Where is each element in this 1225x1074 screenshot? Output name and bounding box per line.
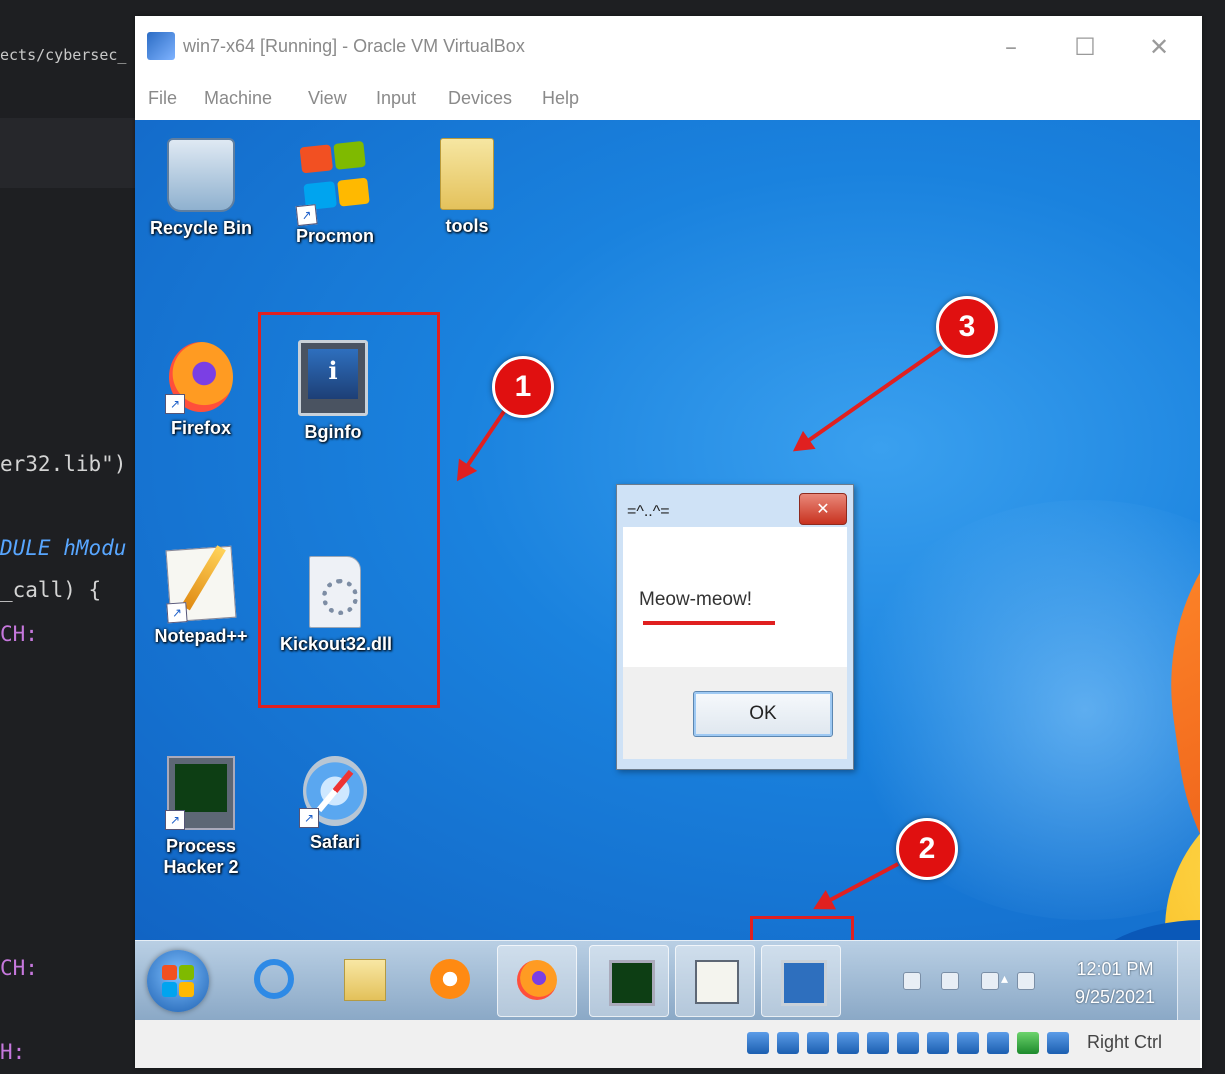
internet-explorer-icon: [254, 959, 294, 999]
desktop-icon-notepad-plus-plus[interactable]: ↗ Notepad++: [146, 545, 256, 647]
start-button[interactable]: [147, 950, 209, 1012]
icon-label: Notepad++: [154, 626, 248, 646]
desktop-icon-firefox[interactable]: ↗ Firefox: [146, 342, 256, 439]
code-line: er32.lib"): [0, 452, 127, 476]
code-line: DULE hModu: [0, 536, 127, 560]
windows-logo-icon: [162, 965, 194, 997]
mouse-integration-icon[interactable]: [1047, 1032, 1069, 1054]
taskbar-internet-explorer[interactable]: [235, 945, 313, 1015]
network-adapter-icon[interactable]: [837, 1032, 859, 1054]
show-hidden-icons-arrow[interactable]: ▴: [1001, 971, 1008, 987]
menu-input[interactable]: Input: [376, 88, 416, 109]
code-line: _call) {: [0, 578, 102, 602]
dialog-close-button[interactable]: ✕: [799, 493, 847, 525]
action-center-icon[interactable]: [903, 972, 921, 990]
volume-icon[interactable]: [1017, 972, 1035, 990]
maximize-button[interactable]: ☐: [1065, 30, 1105, 64]
network-icon[interactable]: [981, 972, 999, 990]
minimize-button[interactable]: –: [991, 30, 1031, 64]
highlight-box-1: [258, 312, 440, 708]
window-title: win7-x64 [Running] - Oracle VM VirtualBo…: [183, 36, 525, 56]
taskbar-bginfo[interactable]: [761, 945, 841, 1017]
taskbar-process-hacker[interactable]: [589, 945, 669, 1017]
recycle-bin-icon: [167, 138, 235, 212]
desktop-icon-safari[interactable]: ↗ Safari: [280, 756, 390, 853]
title-bar: win7-x64 [Running] - Oracle VM VirtualBo…: [135, 16, 1202, 78]
desktop-icon-tools[interactable]: tools: [412, 138, 522, 237]
cpu-icon[interactable]: [987, 1032, 1009, 1054]
desktop-icon-process-hacker[interactable]: ↗ Process Hacker 2: [146, 756, 256, 878]
audio-icon[interactable]: [807, 1032, 829, 1054]
message-underline: [643, 621, 775, 625]
desktop-icon-recycle-bin[interactable]: Recycle Bin: [146, 138, 256, 239]
shared-folder-icon[interactable]: [897, 1032, 919, 1054]
media-player-icon: [430, 959, 470, 999]
taskbar-firefox[interactable]: [497, 945, 577, 1017]
usb-icon[interactable]: [941, 972, 959, 990]
dialog-message: Meow-meow!: [639, 589, 752, 610]
ok-button[interactable]: OK: [693, 691, 833, 737]
menu-bar: [135, 78, 1202, 120]
clock-time: 12:01 PM: [1076, 959, 1154, 979]
guest-additions-icon[interactable]: [1017, 1032, 1039, 1054]
firefox-icon: [517, 960, 557, 1000]
taskbar-media-player[interactable]: [411, 945, 489, 1015]
pencil-icon: [181, 545, 226, 611]
explorer-icon: [344, 959, 386, 1001]
icon-label: Recycle Bin: [149, 218, 253, 238]
menu-machine[interactable]: Machine: [204, 88, 272, 109]
hard-disk-icon[interactable]: [747, 1032, 769, 1054]
message-box-dialog: =^..^= ✕ Meow-meow! OK: [616, 484, 854, 770]
procmon-icon: [695, 960, 739, 1004]
shortcut-arrow-icon: ↗: [165, 810, 185, 830]
shortcut-arrow-icon: ↗: [299, 808, 319, 828]
optical-drive-icon[interactable]: [777, 1032, 799, 1054]
shortcut-arrow-icon: ↗: [295, 204, 318, 227]
show-desktop-button[interactable]: [1177, 941, 1200, 1021]
wallpaper-logo-blue: [1075, 920, 1200, 940]
menu-view[interactable]: View: [308, 88, 347, 109]
editor-toolbar: [0, 118, 140, 188]
folder-icon: [440, 138, 494, 210]
process-hacker-icon: [609, 960, 655, 1006]
system-clock[interactable]: 12:01 PM 9/25/2021: [1065, 955, 1165, 1011]
virtualbox-icon: [147, 32, 175, 60]
notepad-plus-plus-icon: ↗: [165, 545, 237, 624]
callout-badge-1: 1: [492, 356, 554, 418]
icon-label: Process Hacker 2: [163, 836, 239, 877]
icon-label: Safari: [309, 832, 361, 852]
icon-label: Procmon: [295, 226, 374, 246]
menu-devices[interactable]: Devices: [448, 88, 512, 109]
close-button[interactable]: ✕: [1139, 30, 1179, 64]
safari-icon: ↗: [299, 756, 367, 828]
icon-label: tools: [445, 216, 489, 236]
code-line: CH:: [0, 622, 38, 646]
icon-label: Firefox: [170, 418, 231, 438]
virtualbox-status-bar: Right Ctrl: [135, 1020, 1200, 1068]
code-line: H:: [0, 1040, 26, 1064]
dialog-caption: =^..^=: [627, 503, 670, 520]
process-hacker-icon: ↗: [165, 756, 235, 830]
menu-file[interactable]: File: [148, 88, 177, 109]
menu-help[interactable]: Help: [542, 88, 579, 109]
callout-badge-2: 2: [896, 818, 958, 880]
firefox-icon: ↗: [165, 342, 233, 414]
editor-path: ects/cybersec_: [0, 46, 127, 64]
taskbar-procmon[interactable]: [675, 945, 755, 1017]
desktop-icon-procmon[interactable]: ↗ Procmon: [280, 138, 390, 247]
bginfo-icon: [781, 960, 827, 1006]
recording-icon[interactable]: [957, 1032, 979, 1054]
wallpaper-glow: [835, 500, 1200, 920]
code-line: CH:: [0, 956, 38, 980]
procmon-icon: ↗: [293, 134, 377, 227]
taskbar: ▴ 12:01 PM 9/25/2021: [135, 940, 1200, 1021]
callout-badge-3: 3: [936, 296, 998, 358]
usb-device-icon[interactable]: [867, 1032, 889, 1054]
taskbar-explorer[interactable]: [325, 945, 403, 1015]
host-key-label: Right Ctrl: [1087, 1032, 1163, 1052]
clock-date: 9/25/2021: [1074, 987, 1156, 1007]
display-icon[interactable]: [927, 1032, 949, 1054]
shortcut-arrow-icon: ↗: [165, 394, 185, 414]
shortcut-arrow-icon: ↗: [166, 602, 188, 624]
